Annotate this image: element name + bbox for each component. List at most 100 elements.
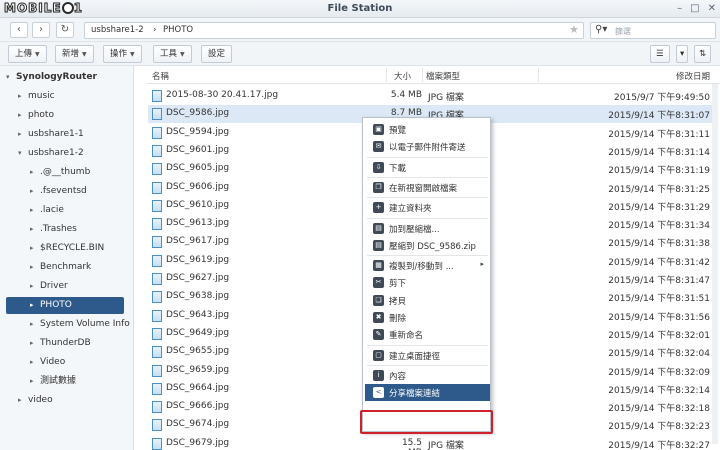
expand-right-icon[interactable]: ▸ <box>30 373 40 390</box>
image-file-icon <box>152 163 162 176</box>
expand-right-icon[interactable]: ▸ <box>18 126 28 143</box>
menu-item-cut[interactable]: ✂ 剪下 <box>365 274 490 291</box>
file-row[interactable]: DSC_9679.jpg 15.5 MB JPG 檔案 2015/9/14 下午8:3… <box>148 435 718 450</box>
tree-item-fseventsd[interactable]: ▸ .fseventsd <box>30 183 130 200</box>
image-file-icon <box>152 437 162 450</box>
file-modified: 2015/9/14 下午8:31:42 <box>608 257 710 268</box>
column-size[interactable]: 大小 <box>394 70 411 82</box>
sort-button[interactable]: ⇅ <box>694 45 712 63</box>
expand-right-icon[interactable]: ▸ <box>30 278 40 295</box>
tools-button[interactable]: 工具 ▼ <box>153 45 192 63</box>
view-list-button[interactable]: ☰ <box>650 45 670 63</box>
tree-item-[interactable]: ▸ 測試數據 <box>30 373 130 390</box>
file-modified: 2015/9/14 下午8:32:09 <box>608 367 710 378</box>
expand-right-icon[interactable]: ▸ <box>30 240 40 257</box>
upload-button[interactable]: 上傳 ▼ <box>8 45 47 63</box>
scrollbar[interactable] <box>712 84 718 444</box>
menu-item-mail[interactable]: ✉ 以電子郵件附件寄送 <box>365 138 490 155</box>
list-header: 名稱 大小 檔案類型 修改日期 <box>146 66 720 84</box>
filter-input[interactable]: ⚲▾ 篩選 <box>590 22 716 39</box>
expand-right-icon[interactable]: ▸ <box>30 259 40 276</box>
expand-right-icon[interactable]: ▸ <box>18 88 28 105</box>
menu-item-preview[interactable]: ▣ 預覽 <box>365 121 490 138</box>
menu-item-delete[interactable]: ✖ 刪除 <box>365 309 490 326</box>
image-file-icon <box>152 126 162 139</box>
menu-item-info[interactable]: i 內容 <box>365 367 490 384</box>
action-button[interactable]: 操作 ▼ <box>103 45 142 63</box>
tree-item-benchmark[interactable]: ▸ Benchmark <box>30 259 130 276</box>
star-icon[interactable]: ★ <box>569 23 579 36</box>
refresh-button[interactable]: ↻ <box>56 22 74 38</box>
tree-item-usbshare1-2[interactable]: ▾ usbshare1-2 <box>18 145 130 162</box>
tree-item-system-volume-info[interactable]: ▸ System Volume Info <box>30 316 130 333</box>
column-name[interactable]: 名稱 <box>152 70 169 82</box>
column-modified[interactable]: 修改日期 <box>676 70 710 82</box>
expand-down-icon[interactable]: ▾ <box>18 145 28 162</box>
expand-right-icon[interactable]: ▸ <box>30 335 40 352</box>
menu-item-zip[interactable]: ▤ 壓縮到 DSC_9586.zip <box>365 237 490 254</box>
menu-item-label: 以電子郵件附件寄送 <box>389 143 466 154</box>
image-file-icon <box>152 108 162 121</box>
tree-root[interactable]: ▾ SynologyRouter <box>6 69 130 86</box>
expand-right-icon[interactable]: ▸ <box>30 183 40 200</box>
tree-item-photo[interactable]: ▸ photo <box>18 107 130 124</box>
expand-down-icon[interactable]: ▾ <box>6 69 16 86</box>
expand-right-icon[interactable]: ▸ <box>30 316 40 333</box>
image-file-icon <box>152 144 162 157</box>
file-name: DSC_9619.jpg <box>166 254 230 265</box>
menu-item-shortcut[interactable]: ▢ 建立桌面捷徑 <box>365 347 490 364</box>
minimize-icon[interactable]: – <box>677 3 682 14</box>
tree-item-recycle-bin[interactable]: ▸ $RECYCLE.BIN <box>30 240 130 257</box>
column-type[interactable]: 檔案類型 <box>426 70 460 82</box>
tree-item-music[interactable]: ▸ music <box>18 88 130 105</box>
path-bar[interactable]: usbshare1-2 › PHOTO ★ <box>84 22 584 39</box>
tree-item-video[interactable]: ▸ Video <box>30 354 130 371</box>
tree-item-usbshare1-1[interactable]: ▸ usbshare1-1 <box>18 126 130 143</box>
tree-item-video[interactable]: ▸ video <box>18 392 130 409</box>
menu-item-label: 重新命名 <box>389 331 424 342</box>
tree-item-driver[interactable]: ▸ Driver <box>30 278 130 295</box>
forward-button[interactable]: › <box>32 22 50 38</box>
file-modified: 2015/9/14 下午8:31:51 <box>608 294 710 305</box>
tree-item-lacie[interactable]: ▸ .lacie <box>30 202 130 219</box>
menu-item-archive[interactable]: ▤ 加到壓縮檔... <box>365 220 490 237</box>
create-button[interactable]: 新增 ▼ <box>55 45 94 63</box>
menu-item-rename[interactable]: ✎ 重新命名 <box>365 326 490 343</box>
file-name: DSC_9613.jpg <box>166 218 230 229</box>
menu-item-new-folder[interactable]: + 建立資料夾 <box>365 199 490 216</box>
file-row[interactable]: 2015-08-30 20.41.17.jpg 5.4 MB JPG 檔案 2015/… <box>148 87 718 105</box>
expand-right-icon[interactable]: ▸ <box>30 164 40 181</box>
menu-item-share[interactable]: < 分享檔案連結 <box>365 384 490 402</box>
expand-right-icon[interactable]: ▸ <box>30 354 40 371</box>
breadcrumb-photo[interactable]: PHOTO <box>163 25 193 35</box>
search-icon: ⚲▾ <box>595 24 608 35</box>
file-name: DSC_9643.jpg <box>166 309 230 320</box>
expand-right-icon[interactable]: ▸ <box>30 297 40 314</box>
expand-right-icon[interactable]: ▸ <box>18 107 28 124</box>
tree-item-thumb[interactable]: ▸ .@__thumb <box>30 164 130 181</box>
menu-separator <box>367 156 488 158</box>
settings-button[interactable]: 設定 <box>201 45 233 63</box>
breadcrumb-usbshare1-2[interactable]: usbshare1-2 <box>91 25 144 35</box>
menu-item-copy-move[interactable]: ▦ 複製到/移動到 ... ▸ <box>365 257 490 274</box>
view-options-button[interactable]: ▾ <box>676 45 689 63</box>
window-title: File Station <box>327 3 393 14</box>
zip-icon: ▤ <box>373 239 384 251</box>
menu-item-new-window[interactable]: ❐ 在新視窗開啟檔案 <box>365 179 490 196</box>
tree-item-trashes[interactable]: ▸ .Trashes <box>30 221 130 238</box>
caret-down-icon: ▼ <box>82 51 87 58</box>
tree-item-thunderdb[interactable]: ▸ ThunderDB <box>30 335 130 352</box>
menu-item-copy[interactable]: ❏ 拷貝 <box>365 292 490 309</box>
expand-right-icon[interactable]: ▸ <box>30 202 40 219</box>
back-button[interactable]: ‹ <box>10 22 28 38</box>
image-file-icon <box>152 382 162 395</box>
menu-item-download[interactable]: ⇩ 下載 <box>365 159 490 176</box>
expand-right-icon[interactable]: ▸ <box>30 221 40 238</box>
expand-right-icon[interactable]: ▸ <box>18 392 28 409</box>
maximize-icon[interactable]: □ <box>690 3 699 14</box>
tree-item-photo[interactable]: ▸ PHOTO <box>6 297 124 314</box>
preview-icon: ▣ <box>373 124 384 135</box>
close-icon[interactable]: ✕ <box>708 3 716 14</box>
file-name: DSC_9586.jpg <box>166 108 230 119</box>
image-file-icon <box>152 90 162 102</box>
